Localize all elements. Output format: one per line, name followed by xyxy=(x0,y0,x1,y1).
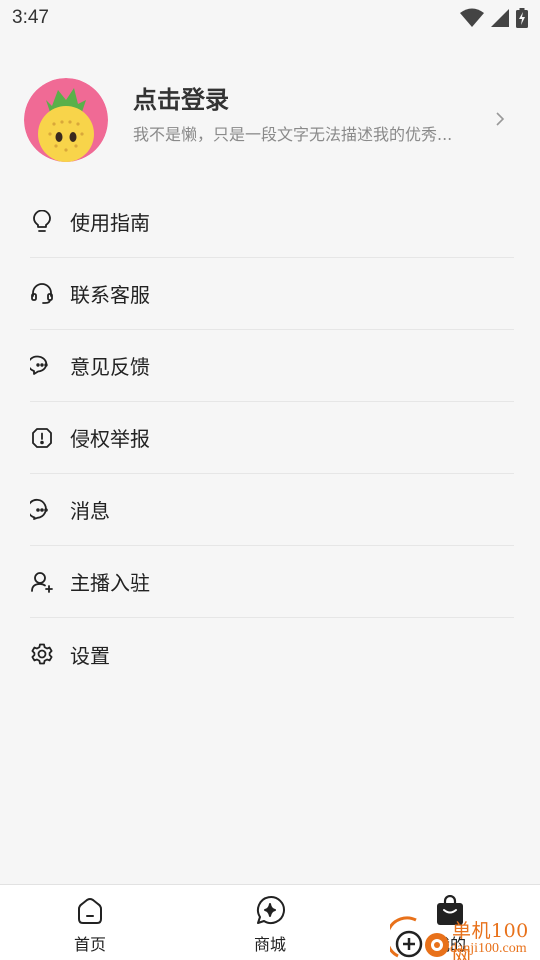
tab-mall[interactable]: 商城 xyxy=(210,885,330,960)
chevron-right-icon[interactable] xyxy=(494,110,506,132)
status-icons xyxy=(460,8,528,28)
wifi-icon xyxy=(460,8,484,28)
menu-item-messages[interactable]: 消息 xyxy=(30,474,514,546)
message-icon xyxy=(30,498,54,522)
watermark-logo-icon xyxy=(390,916,449,958)
watermark: 单机100网 danji100.com xyxy=(390,916,540,960)
login-prompt[interactable]: 点击登录 xyxy=(133,80,493,120)
menu-item-label: 使用指南 xyxy=(70,211,150,235)
status-bar: 3:47 xyxy=(0,0,540,36)
cell-signal-icon xyxy=(490,8,510,28)
menu-item-feedback[interactable]: 意见反馈 xyxy=(30,330,514,402)
profile-text: 点击登录 我不是懒，只是一段文字无法描述我的优秀... xyxy=(133,80,493,150)
menu-item-label: 主播入驻 xyxy=(70,571,150,595)
menu-item-guide[interactable]: 使用指南 xyxy=(30,186,514,258)
battery-charging-icon xyxy=(516,8,528,28)
gear-icon xyxy=(30,642,54,666)
avatar[interactable] xyxy=(24,78,108,162)
user-add-icon xyxy=(30,570,54,594)
profile-description: 我不是懒，只是一段文字无法描述我的优秀... xyxy=(133,125,453,144)
tab-home[interactable]: 首页 xyxy=(30,885,150,960)
menu-item-label: 消息 xyxy=(70,499,110,523)
chat-bubbles-icon xyxy=(30,354,54,378)
tab-label: 商城 xyxy=(253,935,286,954)
login-profile-header[interactable]: 点击登录 我不是懒，只是一段文字无法描述我的优秀... xyxy=(0,76,540,166)
sparkle-bubble-icon xyxy=(254,895,286,927)
menu-item-streamer-signup[interactable]: 主播入驻 xyxy=(30,546,514,618)
menu-item-label: 设置 xyxy=(70,643,110,668)
menu-item-settings[interactable]: 设置 xyxy=(30,618,514,690)
headset-icon xyxy=(30,282,54,306)
menu-item-label: 侵权举报 xyxy=(70,427,150,451)
alert-icon xyxy=(30,426,54,450)
home-icon xyxy=(75,895,105,927)
menu-item-report[interactable]: 侵权举报 xyxy=(30,402,514,474)
settings-menu: 使用指南 联系客服 意见反馈 侵权举报 消息 主播入驻 设置 xyxy=(30,186,514,690)
menu-item-customer-service[interactable]: 联系客服 xyxy=(30,258,514,330)
status-time: 3:47 xyxy=(12,7,49,28)
lightbulb-icon xyxy=(30,209,54,234)
tab-label: 首页 xyxy=(73,935,106,954)
watermark-url: danji100.com xyxy=(450,941,527,956)
menu-item-label: 联系客服 xyxy=(70,283,150,307)
menu-item-label: 意见反馈 xyxy=(70,355,150,379)
